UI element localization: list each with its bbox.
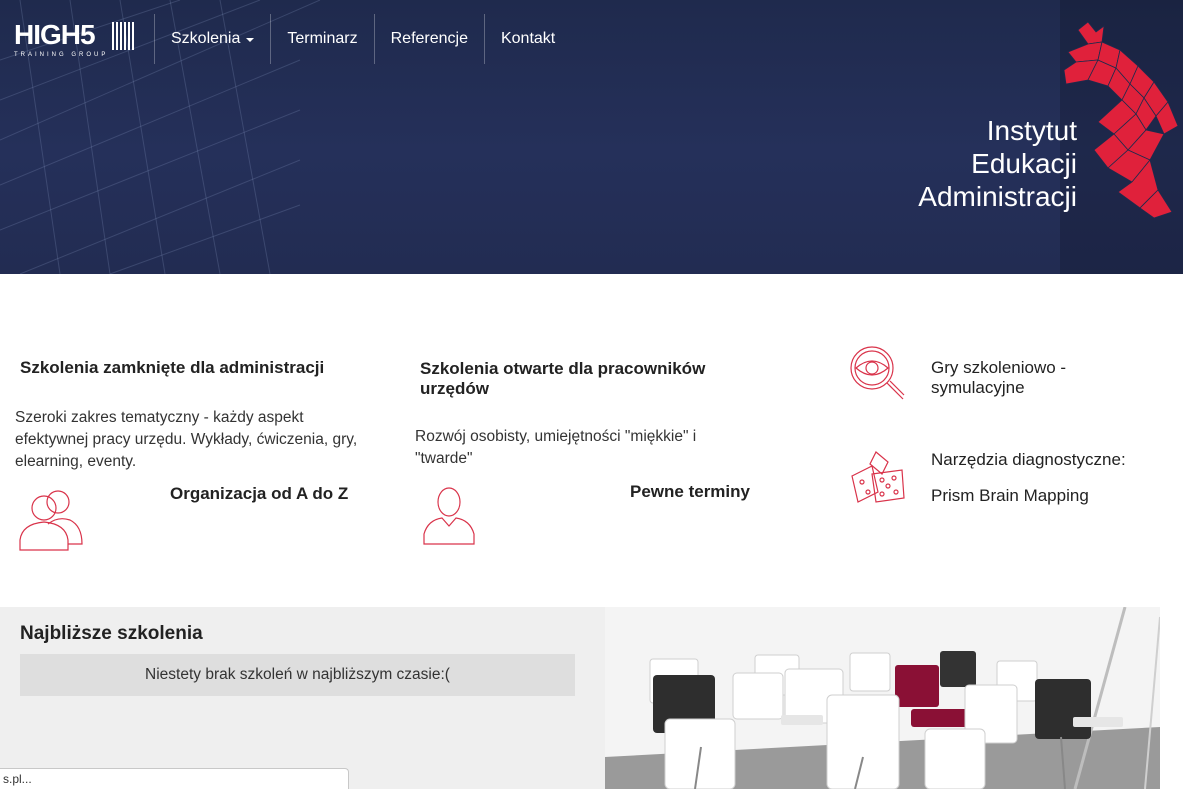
hero-title-line: Administracji: [918, 181, 1077, 212]
feature-closed-title: Szkolenia zamknięte dla administracji: [20, 358, 325, 377]
feature-diagnostic-subtitle: Prism Brain Mapping: [931, 486, 1089, 505]
notice-text: Niestety brak szkoleń w najbliższym czas…: [145, 666, 450, 683]
feature-diagnostic: Narzędzia diagnostyczne: Prism Brain Map…: [931, 450, 1151, 506]
feature-organization-title: Organizacja od A do Z: [170, 484, 349, 503]
feature-closed-text: Szeroki zakres tematyczny - każdy aspekt…: [15, 409, 358, 470]
nav-item-szkolenia[interactable]: Szkolenia: [154, 14, 270, 64]
feature-closed-desc-wrap: Szeroki zakres tematyczny - każdy aspekt…: [15, 407, 375, 473]
griffin-logo-icon: [1063, 22, 1179, 219]
caret-down-icon: [246, 38, 255, 42]
feature-closed: Szkolenia zamknięte dla administracji: [20, 358, 380, 378]
feature-open-title: Szkolenia otwarte dla pracowników urzędó…: [420, 359, 706, 398]
feature-open: Szkolenia otwarte dla pracowników urzędó…: [420, 359, 760, 399]
hero-banner: HIGH5 TRAINING GROUP Szkolenia Terminarz…: [0, 0, 1183, 274]
person-icon: [423, 487, 475, 545]
nav-label: Referencje: [390, 30, 468, 47]
feature-open-desc-wrap: Rozwój osobisty, umiejętności "miękkie" …: [415, 426, 735, 470]
nav-label: Terminarz: [287, 30, 358, 47]
feature-open-text: Rozwój osobisty, umiejętności "miękkie" …: [415, 428, 697, 467]
no-trainings-notice: Niestety brak szkoleń w najbliższym czas…: [20, 654, 575, 696]
nav-label: Szkolenia: [171, 30, 241, 47]
logo-text: HIGH5: [14, 19, 96, 50]
hero-title-line: Edukacji: [971, 148, 1077, 179]
logo-subtitle: TRAINING GROUP: [14, 52, 109, 58]
hero-title: Instytut Edukacji Administracji: [918, 114, 1077, 213]
nav-item-terminarz[interactable]: Terminarz: [270, 14, 373, 64]
upcoming-trainings-panel: Najbliższe szkolenia Niestety brak szkol…: [0, 607, 605, 789]
feature-organization: Organizacja od A do Z: [170, 484, 370, 504]
high5-logo[interactable]: HIGH5 TRAINING GROUP: [14, 18, 138, 62]
eye-magnifier-icon: [850, 346, 905, 400]
nav-label: Kontakt: [500, 30, 556, 47]
barcode-icon: [112, 22, 134, 50]
training-room-photo: [605, 607, 1160, 789]
hero-title-line: Instytut: [986, 115, 1077, 146]
feature-dates-title: Pewne terminy: [630, 482, 750, 501]
dice-icon: [851, 451, 905, 503]
nav-item-referencje[interactable]: Referencje: [373, 14, 484, 64]
status-url-text: s.pl...: [3, 772, 32, 786]
feature-diagnostic-title: Narzędzia diagnostyczne:: [931, 450, 1126, 469]
upcoming-title: Najbliższe szkolenia: [20, 623, 203, 644]
browser-status-bar: s.pl...: [0, 768, 349, 789]
feature-games: Gry szkoleniowo - symulacyjne: [931, 358, 1131, 398]
feature-games-title: Gry szkoleniowo - symulacyjne: [931, 358, 1067, 397]
main-nav: Szkolenia Terminarz Referencje Kontakt: [154, 14, 571, 64]
nav-item-kontakt[interactable]: Kontakt: [483, 14, 571, 64]
chairs-illustration: [605, 607, 1160, 789]
feature-dates: Pewne terminy: [630, 482, 790, 502]
people-icon: [19, 490, 83, 551]
